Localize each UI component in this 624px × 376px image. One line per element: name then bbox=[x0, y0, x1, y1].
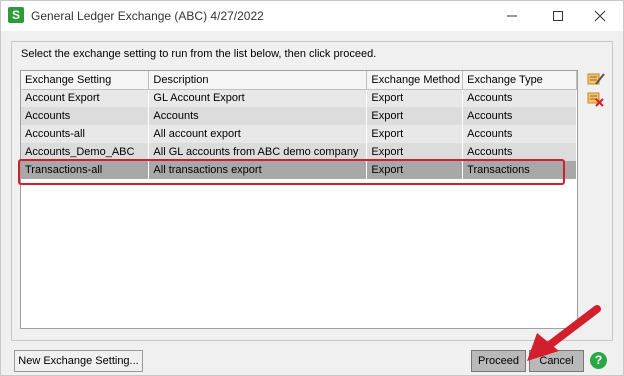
delete-setting-icon[interactable] bbox=[587, 91, 605, 107]
cell-method: Export bbox=[366, 143, 464, 161]
table-row[interactable]: Accounts Accounts Export Accounts bbox=[21, 107, 577, 125]
table-row[interactable]: Account Export GL Account Export Export … bbox=[21, 89, 577, 107]
cell-type: Accounts bbox=[462, 125, 577, 143]
minimize-icon[interactable] bbox=[489, 1, 535, 31]
cell-description: All transactions export bbox=[148, 161, 368, 179]
cell-method: Export bbox=[366, 89, 464, 107]
header-exchange-type[interactable]: Exchange Type bbox=[462, 71, 577, 90]
edit-setting-icon[interactable] bbox=[587, 71, 605, 87]
window-title: General Ledger Exchange (ABC) 4/27/2022 bbox=[31, 9, 264, 23]
new-exchange-setting-button[interactable]: New Exchange Setting... bbox=[14, 350, 143, 372]
cancel-button[interactable]: Cancel bbox=[529, 350, 584, 372]
table-row-selected[interactable]: Transactions-all All transactions export… bbox=[21, 161, 577, 179]
table-row[interactable]: Accounts_Demo_ABC All GL accounts from A… bbox=[21, 143, 577, 161]
help-icon[interactable]: ? bbox=[590, 352, 607, 369]
cell-method: Export bbox=[366, 107, 464, 125]
cancel-label: Cancel bbox=[539, 355, 574, 367]
cell-setting: Account Export bbox=[21, 89, 150, 107]
cell-description: All account export bbox=[148, 125, 368, 143]
cell-method: Export bbox=[366, 125, 464, 143]
cell-type: Accounts bbox=[462, 89, 577, 107]
cell-description: All GL accounts from ABC demo company bbox=[148, 143, 368, 161]
proceed-label: Proceed bbox=[478, 355, 519, 367]
cell-method: Export bbox=[366, 161, 464, 179]
cell-type: Transactions bbox=[462, 161, 577, 179]
cell-description: Accounts bbox=[148, 107, 368, 125]
table-header-row: Exchange Setting Description Exchange Me… bbox=[21, 71, 577, 90]
table-row[interactable]: Accounts-all All account export Export A… bbox=[21, 125, 577, 143]
exchange-settings-table: Exchange Setting Description Exchange Me… bbox=[21, 71, 577, 179]
header-description[interactable]: Description bbox=[148, 71, 368, 90]
proceed-button[interactable]: Proceed bbox=[471, 350, 526, 372]
header-exchange-setting[interactable]: Exchange Setting bbox=[21, 71, 150, 90]
close-icon[interactable] bbox=[577, 1, 623, 31]
general-ledger-exchange-window: S General Ledger Exchange (ABC) 4/27/202… bbox=[0, 0, 624, 376]
sage-app-icon: S bbox=[8, 7, 24, 23]
cell-setting: Accounts-all bbox=[21, 125, 150, 143]
instructions-text: Select the exchange setting to run from … bbox=[21, 48, 377, 60]
title-bar[interactable]: S General Ledger Exchange (ABC) 4/27/202… bbox=[1, 1, 623, 31]
maximize-icon[interactable] bbox=[535, 1, 581, 31]
new-exchange-setting-label: New Exchange Setting... bbox=[18, 355, 139, 367]
cell-setting: Accounts_Demo_ABC bbox=[21, 143, 150, 161]
cell-setting: Transactions-all bbox=[21, 161, 150, 179]
cell-setting: Accounts bbox=[21, 107, 150, 125]
exchange-settings-grid[interactable]: Exchange Setting Description Exchange Me… bbox=[20, 70, 578, 329]
cell-type: Accounts bbox=[462, 107, 577, 125]
cell-description: GL Account Export bbox=[148, 89, 368, 107]
header-exchange-method[interactable]: Exchange Method bbox=[366, 71, 464, 90]
cell-type: Accounts bbox=[462, 143, 577, 161]
